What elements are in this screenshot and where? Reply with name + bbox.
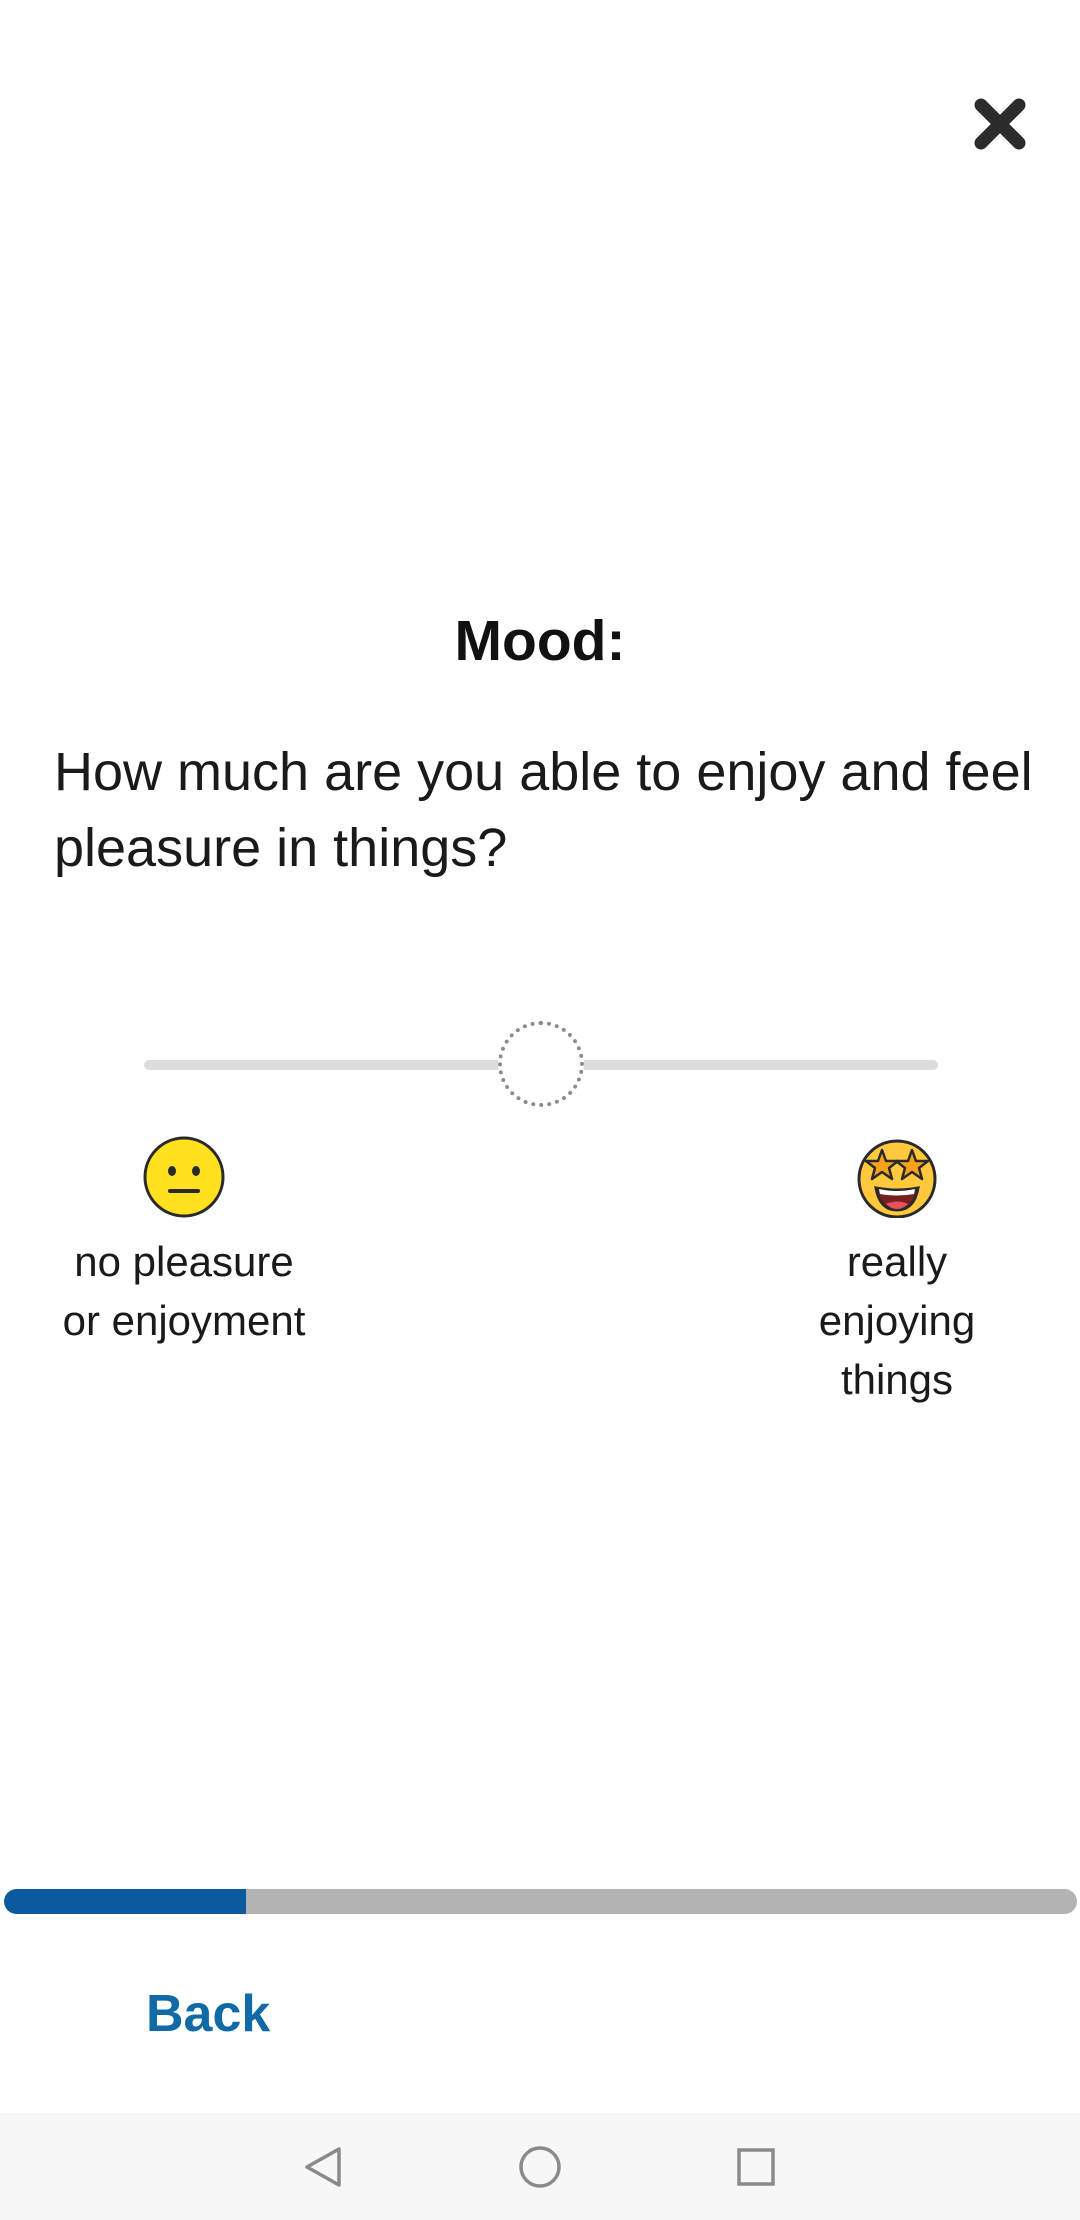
survey-progress-fill (4, 1889, 247, 1914)
close-icon (974, 98, 1026, 150)
nav-recents-button[interactable] (720, 2131, 792, 2203)
question-text: How much are you able to enjoy and feel … (54, 742, 1033, 878)
slider-min-anchor: no pleasure or enjoyment (54, 1136, 314, 1350)
star-struck-face-icon (857, 1139, 937, 1218)
mood-slider-thumb[interactable] (498, 1021, 584, 1107)
neutral-face-icon (143, 1136, 225, 1218)
close-button[interactable] (964, 88, 1036, 160)
back-triangle-icon (305, 2147, 341, 2187)
slider-min-label: no pleasure or enjoyment (62, 1238, 306, 1344)
slider-max-anchor: really enjoying things (767, 1136, 1027, 1409)
page-title: Mood: (454, 609, 626, 673)
back-button[interactable]: Back (146, 1982, 270, 2046)
system-navigation-bar (0, 2113, 1080, 2220)
survey-progress-bar (4, 1889, 1077, 1914)
nav-home-button[interactable] (504, 2131, 576, 2203)
home-circle-icon (519, 2146, 561, 2188)
recents-square-icon (737, 2148, 775, 2186)
slider-max-label: really enjoying things (818, 1238, 976, 1403)
nav-back-button[interactable] (287, 2131, 359, 2203)
